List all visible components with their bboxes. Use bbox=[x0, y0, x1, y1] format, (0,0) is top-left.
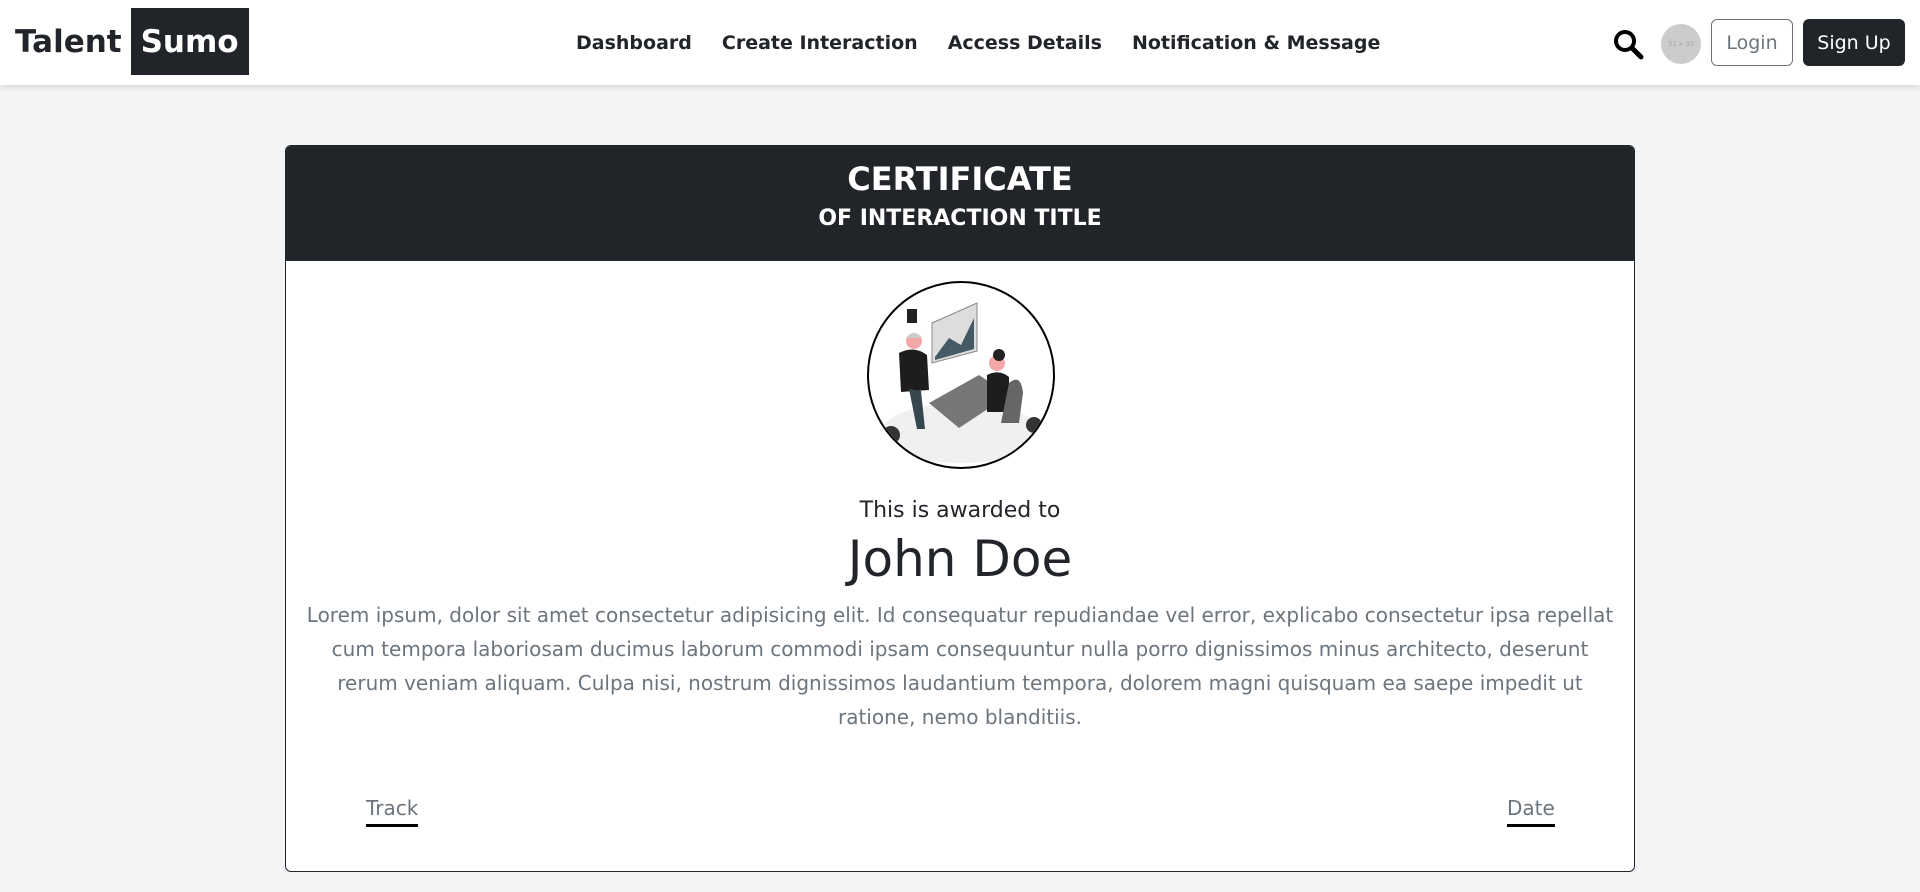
awarded-label: This is awarded to bbox=[859, 498, 1061, 523]
nav-create-interaction[interactable]: Create Interaction bbox=[722, 32, 918, 54]
certificate-header: CERTIFICATE OF INTERACTION TITLE bbox=[286, 146, 1634, 261]
certificate-title: CERTIFICATE bbox=[847, 160, 1073, 198]
navbar: Talent Sumo Dashboard Create Interaction… bbox=[0, 0, 1920, 85]
logo-text-sumo: Sumo bbox=[130, 8, 249, 75]
nav-dashboard[interactable]: Dashboard bbox=[576, 32, 692, 54]
track-signature: Track bbox=[366, 796, 419, 827]
nav-notification-message[interactable]: Notification & Message bbox=[1132, 32, 1380, 54]
nav-access-details[interactable]: Access Details bbox=[948, 32, 1102, 54]
avatar[interactable]: 32 x 32 bbox=[1661, 24, 1701, 64]
login-button[interactable]: Login bbox=[1711, 19, 1793, 66]
certificate-card: CERTIFICATE OF INTERACTION TITLE This is… bbox=[285, 145, 1635, 872]
signup-button[interactable]: Sign Up bbox=[1803, 19, 1905, 66]
certificate-subtitle: OF INTERACTION TITLE bbox=[818, 206, 1102, 231]
logo-text-talent: Talent bbox=[15, 23, 122, 60]
search-icon[interactable] bbox=[1612, 28, 1644, 60]
interaction-illustration bbox=[867, 281, 1055, 469]
logo[interactable]: Talent Sumo bbox=[15, 8, 249, 75]
recipient-name: John Doe bbox=[847, 530, 1073, 588]
certificate-description: Lorem ipsum, dolor sit amet consectetur … bbox=[306, 603, 1614, 729]
nav-links: Dashboard Create Interaction Access Deta… bbox=[576, 0, 1380, 85]
date-signature: Date bbox=[1507, 796, 1555, 827]
